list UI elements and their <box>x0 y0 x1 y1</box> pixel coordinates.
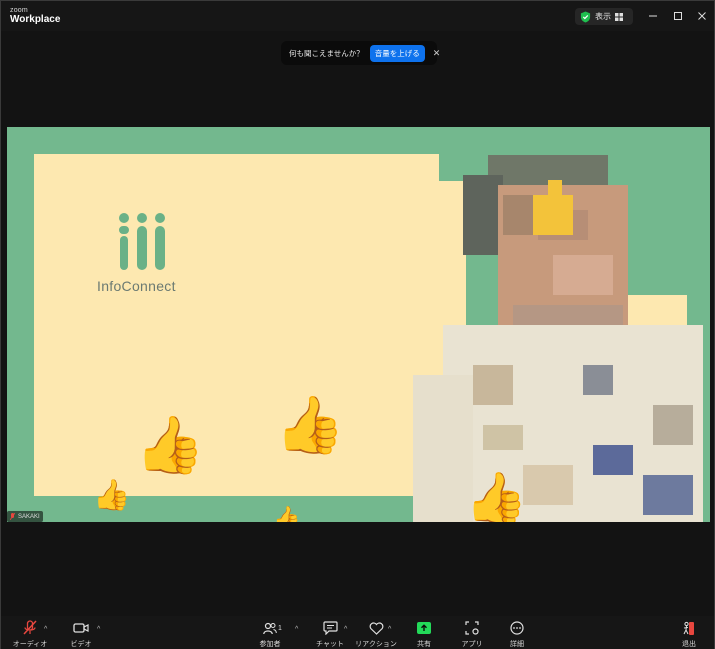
video-stage: InfoConnect 👍 👍 👍 👍 👍 SAKAKI <box>7 127 710 522</box>
apps-button[interactable]: アプリ <box>452 620 492 649</box>
audio-label: オーディオ <box>12 641 48 648</box>
thumbs-up-reaction: 👍 <box>93 479 131 512</box>
apps-label: アプリ <box>461 641 483 648</box>
more-ellipsis-icon <box>510 621 524 635</box>
brand-workplace: Workplace <box>10 14 61 25</box>
more-label: 詳細 <box>510 641 524 648</box>
leave-icon <box>683 621 694 635</box>
share-label: 共有 <box>417 641 431 648</box>
participant-name-tag: SAKAKI <box>7 511 43 522</box>
participant-video <box>413 145 703 522</box>
meeting-toolbar: オーディオ ^ ビデオ ^ 参加者 1 ^ チャット ^ リアクション ^ 共有… <box>1 616 714 649</box>
participants-button[interactable]: 参加者 <box>250 620 290 649</box>
maximize-icon <box>674 12 682 20</box>
view-button[interactable]: 表示 <box>575 8 633 25</box>
mic-muted-icon <box>10 513 15 520</box>
brand-zoom: zoom <box>10 7 28 14</box>
close-icon <box>698 12 706 20</box>
audio-button[interactable]: オーディオ <box>10 620 50 649</box>
share-button[interactable]: 共有 <box>404 620 444 649</box>
shield-check-icon <box>580 11 591 22</box>
dismiss-notification-icon[interactable]: ✕ <box>433 48 441 59</box>
zoom-window: zoom Workplace 表示 何も聞こえませんか？ 音量を上げる ✕ In… <box>0 0 715 649</box>
maximize-button[interactable] <box>670 8 686 24</box>
close-window-button[interactable] <box>694 8 710 24</box>
title-bar: zoom Workplace 表示 <box>1 1 714 31</box>
audio-notification: 何も聞こえませんか？ 音量を上げる ✕ <box>281 41 440 65</box>
video-camera-icon <box>73 623 89 633</box>
video-button[interactable]: ビデオ <box>61 620 101 649</box>
thumbs-up-reaction: 👍 <box>135 413 205 476</box>
participant-name: SAKAKI <box>18 513 40 520</box>
chat-bubble-icon <box>322 621 338 635</box>
shared-slide: InfoConnect <box>34 154 466 496</box>
reactions-label: リアクション <box>355 641 397 648</box>
reactions-button[interactable]: リアクション <box>355 620 397 649</box>
participants-label: 参加者 <box>259 641 281 648</box>
view-label: 表示 <box>595 12 611 21</box>
mic-muted-icon <box>23 620 37 635</box>
leave-button[interactable]: 退出 <box>669 620 709 649</box>
chat-label: チャット <box>316 641 344 648</box>
chat-options-caret[interactable]: ^ <box>344 626 347 633</box>
video-label: ビデオ <box>70 641 92 648</box>
audio-options-caret[interactable]: ^ <box>44 626 47 633</box>
leave-label: 退出 <box>682 641 696 648</box>
minimize-icon <box>649 15 657 17</box>
notification-message: 何も聞こえませんか？ <box>289 48 364 58</box>
participants-count: 1 <box>278 625 282 632</box>
apps-icon <box>465 621 479 635</box>
video-options-caret[interactable]: ^ <box>97 626 100 633</box>
reactions-options-caret[interactable]: ^ <box>388 626 391 633</box>
thumbs-up-reaction: 👍 <box>465 470 528 522</box>
participants-options-caret[interactable]: ^ <box>295 626 298 633</box>
slide-logo-text: InfoConnect <box>97 278 176 294</box>
heart-icon <box>369 621 383 635</box>
participants-icon <box>263 622 277 634</box>
share-screen-icon <box>417 622 431 634</box>
infoconnect-logo <box>119 213 165 270</box>
thumbs-up-reaction: 👍 <box>275 393 345 456</box>
app-brand: zoom Workplace <box>10 7 60 25</box>
minimize-button[interactable] <box>645 8 661 24</box>
increase-volume-button[interactable]: 音量を上げる <box>369 44 425 62</box>
more-button[interactable]: 詳細 <box>497 620 537 649</box>
chat-button[interactable]: チャット <box>310 620 350 649</box>
thumbs-up-reaction: 👍 <box>273 505 301 523</box>
gallery-grid-icon <box>615 12 623 21</box>
